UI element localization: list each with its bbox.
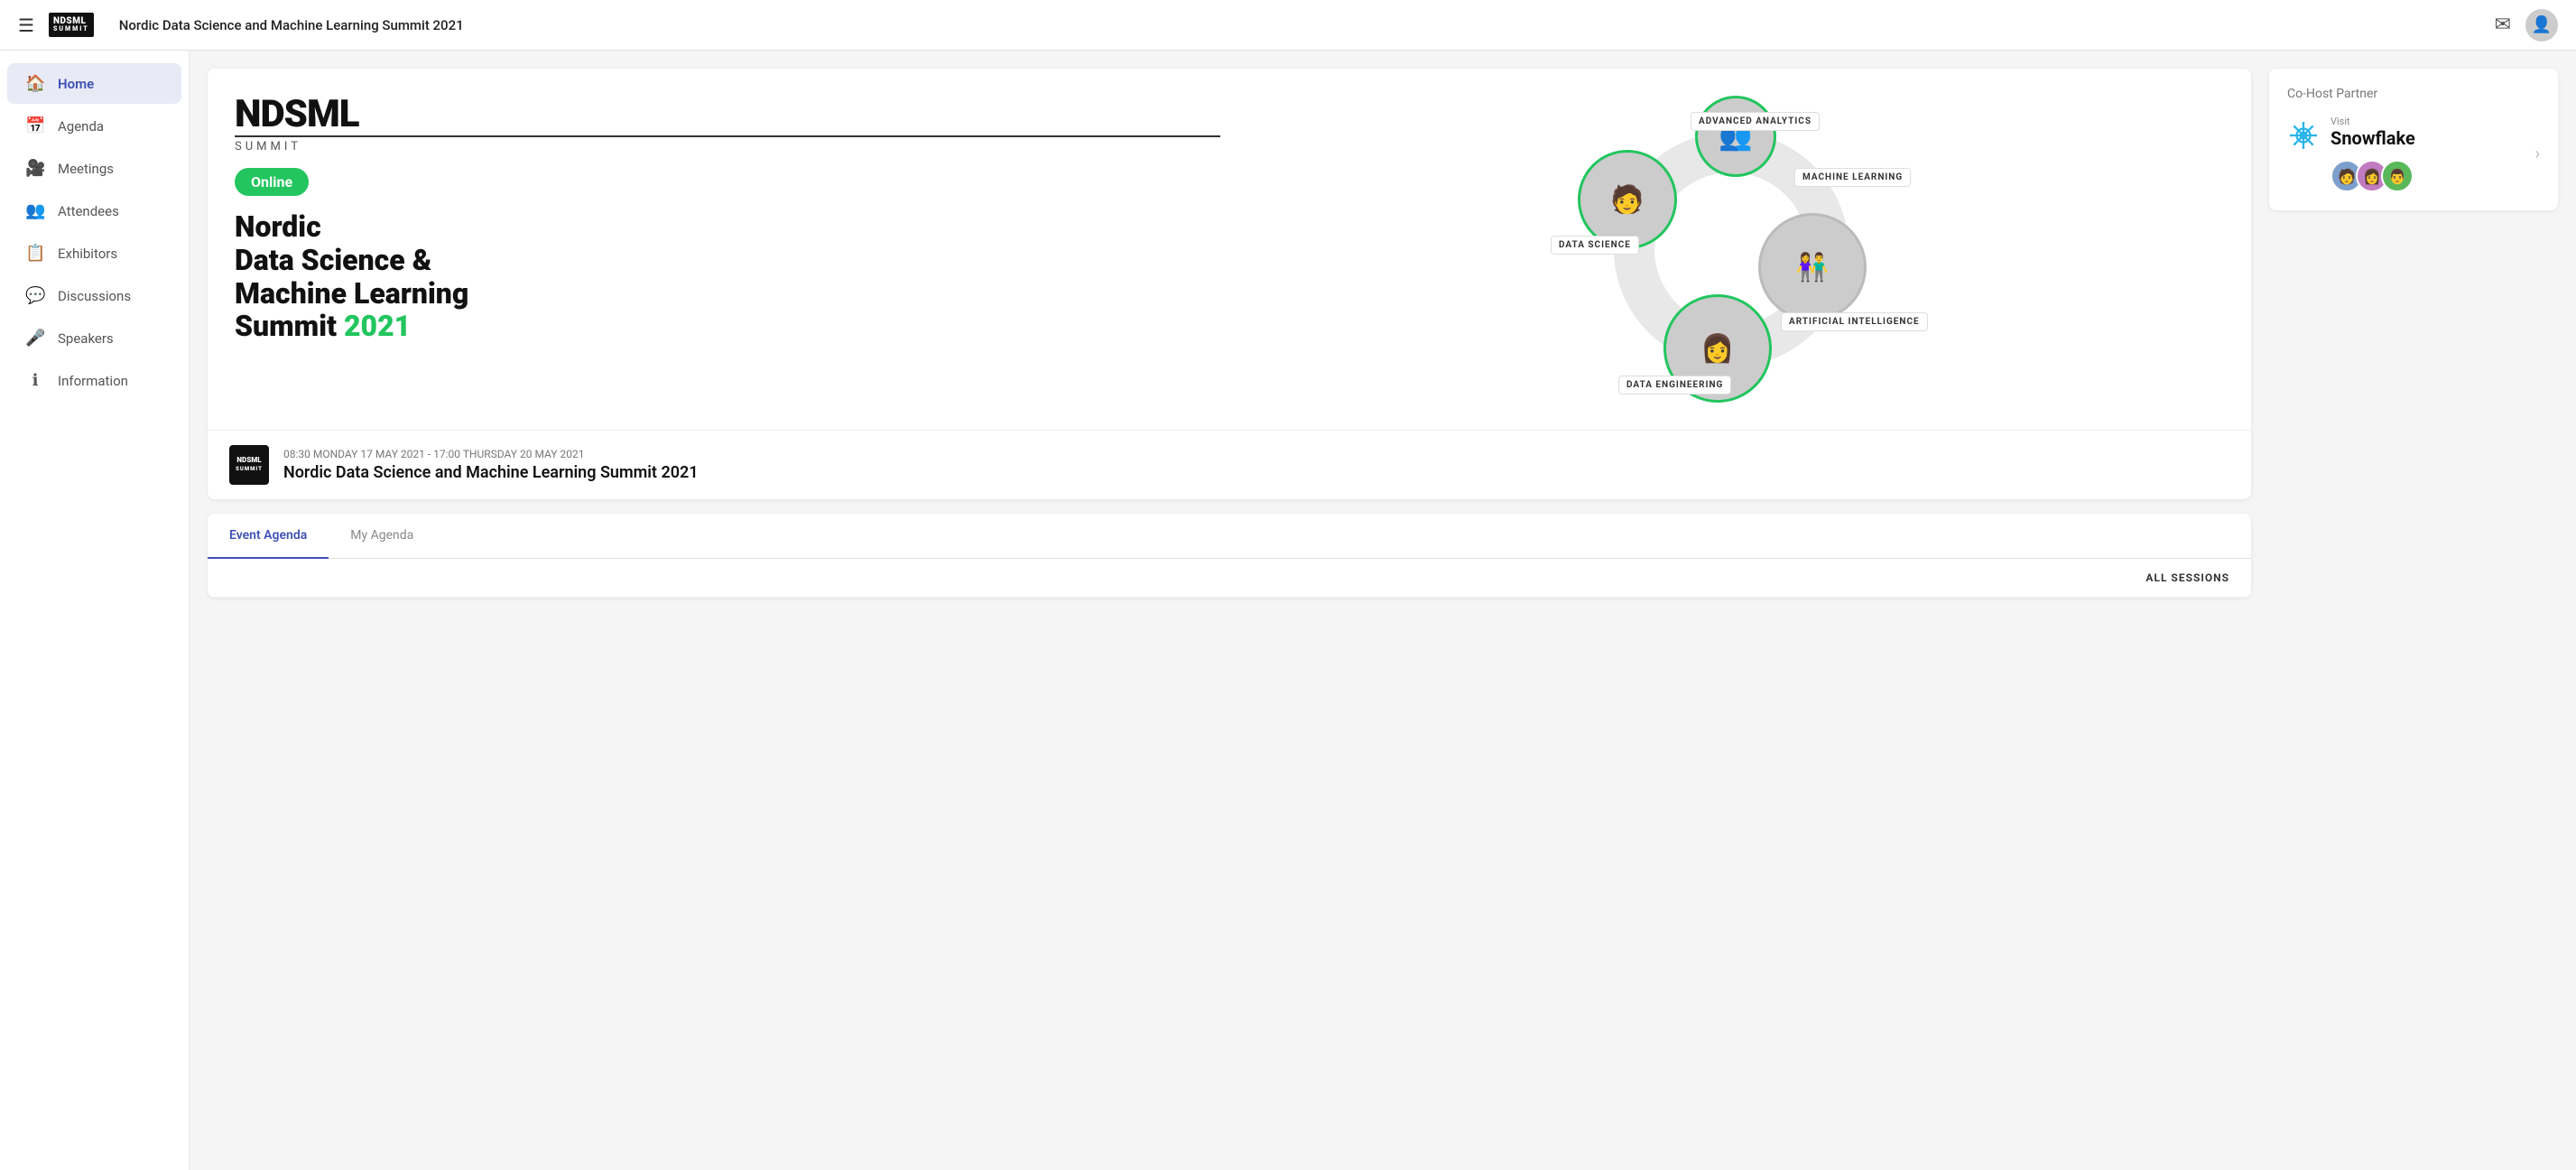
tab-my-agenda[interactable]: My Agenda (329, 514, 435, 559)
event-date-range: 08:30 MONDAY 17 MAY 2021 - 17:00 THURSDA… (283, 448, 699, 460)
sidebar-item-agenda-label: Agenda (58, 118, 104, 135)
event-title-line1: Nordic (235, 209, 321, 244)
snowflake-icon (2287, 119, 2320, 158)
label-advanced-analytics: ADVANCED ANALYTICS (1691, 112, 1820, 131)
sidebar-item-exhibitors[interactable]: 📋 Exhibitors (7, 233, 181, 274)
sidebar-item-speakers-label: Speakers (58, 330, 114, 347)
co-host-text: Visit Snowflake 🧑 👩 👨 (2330, 116, 2415, 192)
label-artificial-intelligence: ARTIFICIAL INTELLIGENCE (1781, 312, 1928, 331)
photo-circle-1: 👥 (1695, 96, 1776, 177)
header-right: ✉ 👤 (2495, 9, 2558, 42)
agenda-card: Event Agenda My Agenda ALL SESSIONS (208, 514, 2251, 598)
tab-event-agenda[interactable]: Event Agenda (208, 514, 329, 559)
header-title: Nordic Data Science and Machine Learning… (119, 17, 464, 33)
sidebar-item-information-label: Information (58, 373, 128, 389)
avatar-icon: 👤 (2532, 15, 2552, 34)
event-title-line4: Summit (235, 309, 344, 343)
co-host-avatars: 🧑 👩 👨 (2330, 160, 2415, 192)
header-logo: NDSML SUMMIT (49, 13, 94, 37)
ndsml-logo-sub: SUMMIT (235, 135, 1220, 153)
sidebar-item-meetings[interactable]: 🎥 Meetings (7, 148, 181, 189)
event-title-line2: Data Science & (235, 243, 431, 277)
label-data-science: DATA SCIENCE (1551, 236, 1639, 255)
content-area: NDSML SUMMIT Online Nordic Data Science … (190, 51, 2576, 1170)
event-title-line3: Machine Learning (235, 276, 468, 311)
event-title: Nordic Data Science & Machine Learning S… (235, 210, 1220, 343)
label-data-engineering: DATA ENGINEERING (1618, 376, 1731, 395)
user-avatar[interactable]: 👤 (2525, 9, 2558, 42)
mail-icon[interactable]: ✉ (2495, 14, 2511, 36)
sidebar-item-attendees[interactable]: 👥 Attendees (7, 190, 181, 231)
event-hero: NDSML SUMMIT Online Nordic Data Science … (208, 69, 2251, 430)
event-diagram: 👥 🧑 👫 👩 ADVANCED ANALYTICS MACHINE LEARN… (1238, 96, 2224, 403)
sidebar-item-discussions-label: Discussions (58, 288, 131, 304)
online-badge: Online (235, 168, 309, 196)
all-sessions-label: ALL SESSIONS (2145, 571, 2229, 584)
photo-circle-2: 🧑 (1578, 150, 1677, 249)
speakers-icon: 🎤 (25, 329, 45, 348)
co-host-card: Co-Host Partner (2269, 69, 2558, 210)
diagram-container: 👥 🧑 👫 👩 ADVANCED ANALYTICS MACHINE LEARN… (1515, 96, 1948, 403)
exhibitors-icon: 📋 (25, 244, 45, 263)
co-host-partner[interactable]: Visit Snowflake 🧑 👩 👨 › (2287, 116, 2540, 192)
main-panel: NDSML SUMMIT Online Nordic Data Science … (208, 69, 2251, 1152)
chevron-right-icon: › (2535, 144, 2540, 163)
right-sidebar: Co-Host Partner (2269, 69, 2558, 1152)
information-icon: ℹ (25, 371, 45, 390)
agenda-sessions-bar: ALL SESSIONS (208, 559, 2251, 598)
event-info-text: 08:30 MONDAY 17 MAY 2021 - 17:00 THURSDA… (283, 448, 699, 482)
photo-circle-3: 👫 (1758, 213, 1867, 321)
video-icon: 🎥 (25, 159, 45, 178)
main-layout: 🏠 Home 📅 Agenda 🎥 Meetings 👥 Attendees 📋… (0, 51, 2576, 1170)
co-host-section-title: Co-Host Partner (2287, 87, 2540, 101)
co-host-avatar-3: 👨 (2381, 160, 2414, 192)
sidebar-item-home-label: Home (58, 76, 94, 92)
sidebar-item-meetings-label: Meetings (58, 161, 114, 177)
sidebar-item-speakers[interactable]: 🎤 Speakers (7, 318, 181, 358)
event-left: NDSML SUMMIT Online Nordic Data Science … (235, 96, 1220, 403)
sidebar-item-exhibitors-label: Exhibitors (58, 246, 117, 262)
sidebar: 🏠 Home 📅 Agenda 🎥 Meetings 👥 Attendees 📋… (0, 51, 190, 1170)
event-full-name: Nordic Data Science and Machine Learning… (283, 463, 699, 482)
ndsml-logo-main: NDSML (235, 96, 1220, 134)
sidebar-item-attendees-label: Attendees (58, 203, 119, 219)
sidebar-item-agenda[interactable]: 📅 Agenda (7, 106, 181, 146)
header: ☰ NDSML SUMMIT Nordic Data Science and M… (0, 0, 2576, 51)
co-host-partner-name: Snowflake (2330, 127, 2415, 149)
hamburger-menu[interactable]: ☰ (18, 14, 34, 36)
sidebar-item-home[interactable]: 🏠 Home (7, 63, 181, 104)
calendar-icon: 📅 (25, 116, 45, 135)
ndsml-logo-box: NDSML SUMMIT (49, 13, 94, 37)
attendees-icon: 👥 (25, 201, 45, 220)
event-card: NDSML SUMMIT Online Nordic Data Science … (208, 69, 2251, 499)
co-host-visit-label: Visit (2330, 116, 2415, 127)
event-info-logo: NDSMLSUMMIT (229, 445, 269, 485)
sidebar-item-discussions[interactable]: 💬 Discussions (7, 275, 181, 316)
event-info-bar: NDSMLSUMMIT 08:30 MONDAY 17 MAY 2021 - 1… (208, 430, 2251, 499)
label-machine-learning: MACHINE LEARNING (1794, 168, 1911, 187)
event-logo: NDSML SUMMIT (235, 96, 1220, 153)
event-title-year: 2021 (344, 309, 411, 343)
home-icon: 🏠 (25, 74, 45, 93)
discussions-icon: 💬 (25, 286, 45, 305)
sidebar-item-information[interactable]: ℹ Information (7, 360, 181, 401)
co-host-partner-info: Visit Snowflake 🧑 👩 👨 (2287, 116, 2415, 192)
agenda-tabs: Event Agenda My Agenda (208, 514, 2251, 559)
